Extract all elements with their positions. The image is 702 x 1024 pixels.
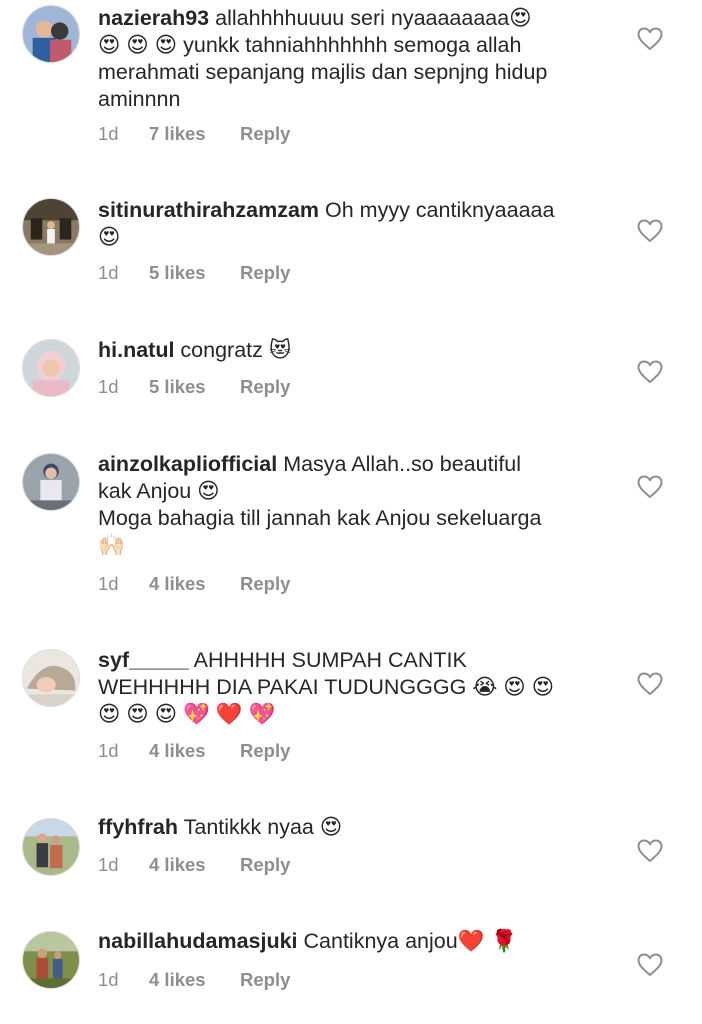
comment-body: sitinurathirahzamzam Oh myyy cantiknyaaa… <box>98 197 598 283</box>
comment-likes-count[interactable]: 5 likes <box>149 262 206 284</box>
comment-line: 🙌🏻 <box>98 533 125 557</box>
comment-line: merahmati sepanjang majlis dan sepnjng h… <box>98 60 548 84</box>
comment-line: Cantiknya anjou❤️ 🌹 <box>303 929 518 953</box>
comment-line: Oh myyy cantiknyaaaaa <box>325 198 555 222</box>
heart-outline-icon[interactable] <box>637 672 663 696</box>
avatar[interactable] <box>22 453 80 511</box>
comment-timestamp: 1d <box>98 854 119 875</box>
comment-line: Tantikkk nyaa 😍 <box>183 815 343 839</box>
avatar[interactable] <box>22 931 80 989</box>
comment-text: nazierah93 allahhhhuuuu seri nyaaaaaaaa😍… <box>98 5 598 113</box>
comment-body: ainzolkapliofficial Masya Allah..so beau… <box>98 451 598 594</box>
comment-username[interactable]: nazierah93 <box>98 6 209 30</box>
heart-outline-icon[interactable] <box>637 475 663 499</box>
comment-timestamp: 1d <box>98 740 119 761</box>
comment-likes-count[interactable]: 4 likes <box>149 740 206 762</box>
avatar[interactable] <box>22 818 80 876</box>
avatar[interactable] <box>22 198 80 256</box>
comment-username[interactable]: hi.natul <box>98 338 174 362</box>
comment-line: Masya Allah..so beautiful <box>283 452 522 476</box>
comment-username[interactable]: nabillahudamasjuki <box>98 929 298 953</box>
reply-button[interactable]: Reply <box>240 740 290 762</box>
comment-line: 😍 😍 😍 yunkk tahniahhhhhhh semoga allah <box>98 33 522 57</box>
avatar[interactable] <box>22 649 80 707</box>
comment-line: congratz 😻 <box>180 338 292 362</box>
reply-button[interactable]: Reply <box>240 969 290 991</box>
comment-list: nazierah93 allahhhhuuuu seri nyaaaaaaaa😍… <box>0 0 702 1024</box>
comment-timestamp: 1d <box>98 123 119 144</box>
comment-likes-count[interactable]: 4 likes <box>149 854 206 876</box>
reply-button[interactable]: Reply <box>240 376 290 398</box>
reply-button[interactable]: Reply <box>240 854 290 876</box>
comment-likes-count[interactable]: 4 likes <box>149 573 206 595</box>
comment-username[interactable]: ffyhfrah <box>98 815 178 839</box>
comment-text: ainzolkapliofficial Masya Allah..so beau… <box>98 451 598 559</box>
comment-body: ffyhfrah Tantikkk nyaa 😍 1d 4 likes Repl… <box>98 814 598 875</box>
comment-likes-count[interactable]: 4 likes <box>149 969 206 991</box>
comment-username[interactable]: syf_____ <box>98 648 189 672</box>
comment-username[interactable]: sitinurathirahzamzam <box>98 198 319 222</box>
heart-outline-icon[interactable] <box>637 27 663 51</box>
comment-username[interactable]: ainzolkapliofficial <box>98 452 277 476</box>
comment-timestamp: 1d <box>98 376 119 397</box>
comment-body: nazierah93 allahhhhuuuu seri nyaaaaaaaa😍… <box>98 5 598 144</box>
comment-line: kak Anjou 😍 <box>98 479 220 503</box>
comment-body: syf_____ AHHHHH SUMPAH CANTIK WEHHHHH DI… <box>98 647 598 761</box>
comment-line: aminnnn <box>98 87 181 111</box>
comment-line: allahhhhuuuu seri nyaaaaaaaa😍 <box>215 6 532 30</box>
reply-button[interactable]: Reply <box>240 123 290 145</box>
comment-text: ffyhfrah Tantikkk nyaa 😍 <box>98 814 598 841</box>
comment-text: syf_____ AHHHHH SUMPAH CANTIK WEHHHHH DI… <box>98 647 598 728</box>
avatar[interactable] <box>22 339 80 397</box>
comment-text: hi.natul congratz 😻 <box>98 337 598 364</box>
comment-timestamp: 1d <box>98 969 119 990</box>
comment-text: nabillahudamasjuki Cantiknya anjou❤️ 🌹 <box>98 928 598 955</box>
comment-timestamp: 1d <box>98 262 119 283</box>
comment-line: AHHHHH SUMPAH CANTIK <box>193 648 467 672</box>
heart-outline-icon[interactable] <box>637 953 663 977</box>
comment-line: WEHHHHH DIA PAKAI TUDUNGGGG 😭 😍 😍 <box>98 675 555 699</box>
reply-button[interactable]: Reply <box>240 262 290 284</box>
comment-body: hi.natul congratz 😻 1d 5 likes Reply <box>98 337 598 397</box>
heart-outline-icon[interactable] <box>637 219 663 243</box>
comment-line: 😍 <box>98 225 121 249</box>
reply-button[interactable]: Reply <box>240 573 290 595</box>
comment-likes-count[interactable]: 5 likes <box>149 376 206 398</box>
comment-body: nabillahudamasjuki Cantiknya anjou❤️ 🌹 1… <box>98 928 598 990</box>
heart-outline-icon[interactable] <box>637 839 663 863</box>
comment-likes-count[interactable]: 7 likes <box>149 123 206 145</box>
avatar[interactable] <box>22 5 80 63</box>
comment-line: Moga bahagia till jannah kak Anjou sekel… <box>98 506 542 530</box>
comment-timestamp: 1d <box>98 573 119 594</box>
heart-outline-icon[interactable] <box>637 360 663 384</box>
comment-text: sitinurathirahzamzam Oh myyy cantiknyaaa… <box>98 197 598 251</box>
comment-line: 😍 😍 😍 💖 ❤️ 💖 <box>98 702 276 726</box>
